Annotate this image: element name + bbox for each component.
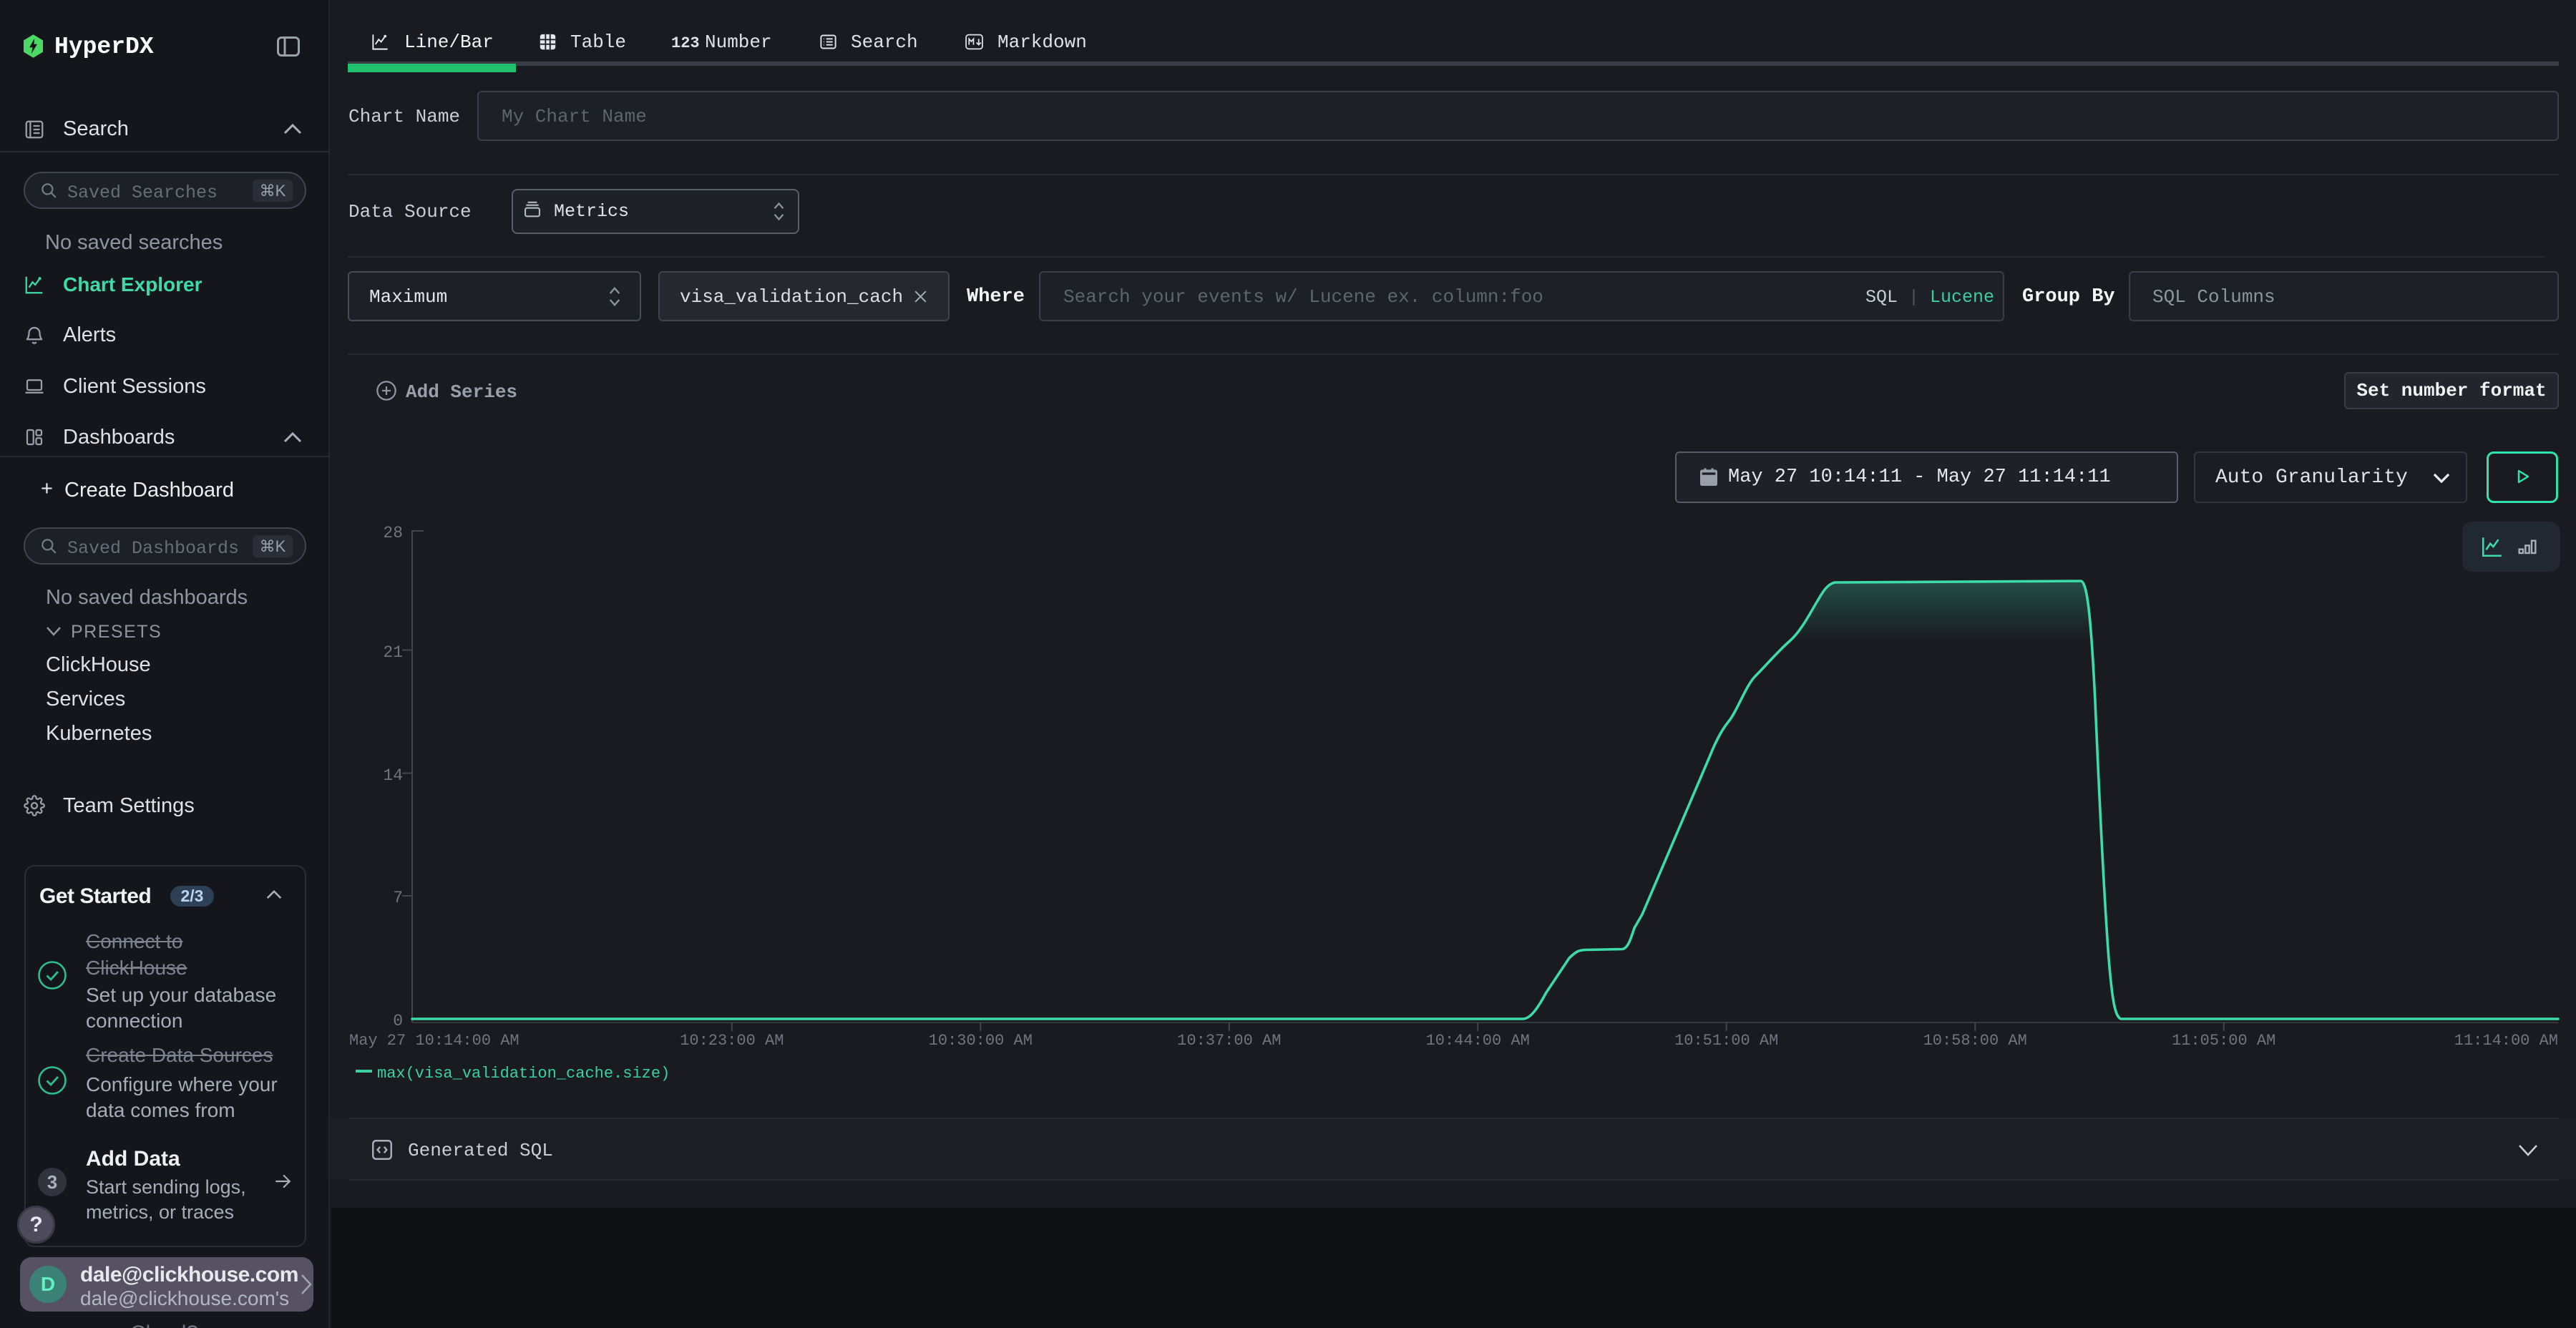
svg-text:0: 0 — [393, 1012, 403, 1030]
svg-text:11:05:00 AM: 11:05:00 AM — [2172, 1032, 2275, 1050]
svg-text:28: 28 — [383, 524, 403, 542]
svg-text:11:14:00 AM: 11:14:00 AM — [2454, 1032, 2558, 1050]
svg-text:21: 21 — [383, 643, 403, 662]
svg-text:10:37:00 AM: 10:37:00 AM — [1177, 1032, 1281, 1050]
svg-text:10:30:00 AM: 10:30:00 AM — [929, 1032, 1033, 1050]
svg-text:10:58:00 AM: 10:58:00 AM — [1923, 1032, 2027, 1050]
svg-text:10:23:00 AM: 10:23:00 AM — [680, 1032, 784, 1050]
svg-text:max(visa_validation_cache.size: max(visa_validation_cache.size) — [377, 1065, 670, 1083]
svg-text:10:44:00 AM: 10:44:00 AM — [1426, 1032, 1530, 1050]
svg-text:14: 14 — [383, 766, 403, 785]
svg-text:10:51:00 AM: 10:51:00 AM — [1674, 1032, 1778, 1050]
svg-text:May 27 10:14:00 AM: May 27 10:14:00 AM — [349, 1032, 519, 1050]
svg-text:7: 7 — [393, 889, 403, 907]
